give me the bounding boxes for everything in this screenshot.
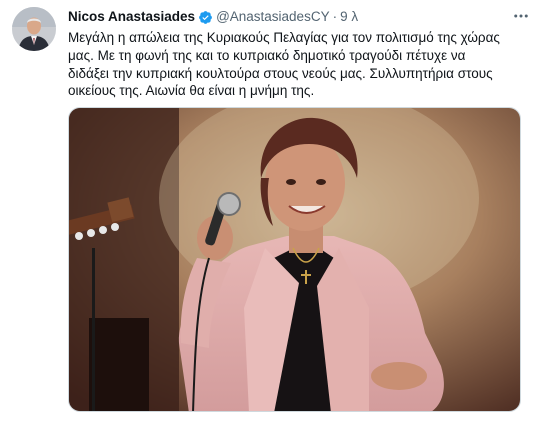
tweet-header: Nicos Anastasiades @AnastasiadesCY · 9 λ — [68, 8, 504, 26]
tweet-text: Μεγάλη η απώλεια της Κυριακούς Πελαγίας … — [68, 29, 530, 100]
tweet-text-line: Μεγάλη η απώλεια της Κυριακούς Πελαγίας … — [68, 30, 500, 45]
author-name[interactable]: Nicos Anastasiades — [68, 8, 195, 26]
tweet-text-line: οικείους της. Αιωνία θα είναι η μνήμη τη… — [68, 83, 315, 99]
tweet[interactable]: Nicos Anastasiades @AnastasiadesCY · 9 λ… — [0, 0, 544, 423]
header-separator: · — [332, 9, 338, 24]
author-avatar[interactable] — [12, 7, 56, 51]
tweet-text-line: μας. Με τη φωνή της και το κυπριακό δημο… — [68, 47, 466, 63]
verified-badge-icon — [198, 10, 213, 25]
more-options-icon[interactable] — [510, 6, 532, 26]
tweet-photo[interactable] — [68, 107, 521, 412]
tweet-timestamp[interactable]: 9 λ — [340, 8, 358, 26]
tweet-text-line: διδάξει την κυπριακή κουλτούρα στους νεο… — [68, 65, 493, 81]
author-handle[interactable]: @AnastasiadesCY — [216, 8, 330, 26]
